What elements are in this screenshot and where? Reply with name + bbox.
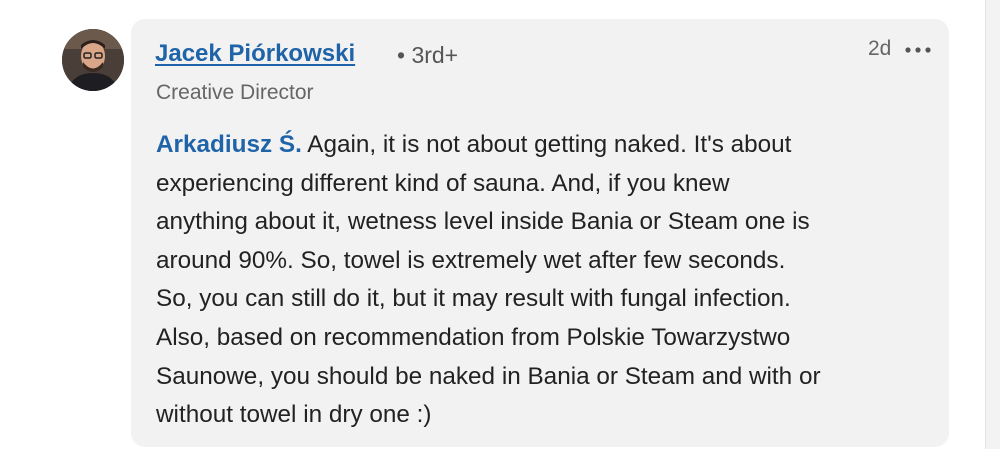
comment-text: Arkadiusz Ś. Again, it is not about gett… [156, 126, 926, 435]
mention-link[interactable]: Arkadiusz Ś. [156, 131, 302, 158]
author-headline: Creative Director [156, 81, 314, 104]
comment-line-8: without towel in dry one :) [156, 401, 432, 429]
author-name-link[interactable]: Jacek Piórkowski [155, 40, 355, 68]
comment-line-5: So, you can still do it, but it may resu… [156, 285, 791, 313]
more-options-button[interactable] [903, 38, 933, 62]
comment-line-1: Arkadiusz Ś. Again, it is not about gett… [156, 131, 792, 158]
scrollbar-track[interactable] [985, 0, 1000, 449]
comment-line-4: around 90%. So, towel is extremely wet a… [156, 246, 786, 274]
more-horizontal-icon [905, 47, 931, 53]
person-avatar-icon [62, 29, 124, 91]
connection-degree: • 3rd+ [397, 42, 459, 68]
comment-line-7: Saunowe, you should be naked in Bania or… [156, 362, 821, 390]
comment-line-3: anything about it, wetness level inside … [156, 208, 810, 236]
author-avatar[interactable] [62, 29, 124, 91]
comment-line-2: experiencing different kind of sauna. An… [156, 169, 730, 197]
comment-timestamp: 2d [868, 37, 892, 60]
comment-line-6: Also, based on recommendation from Polsk… [156, 323, 791, 351]
